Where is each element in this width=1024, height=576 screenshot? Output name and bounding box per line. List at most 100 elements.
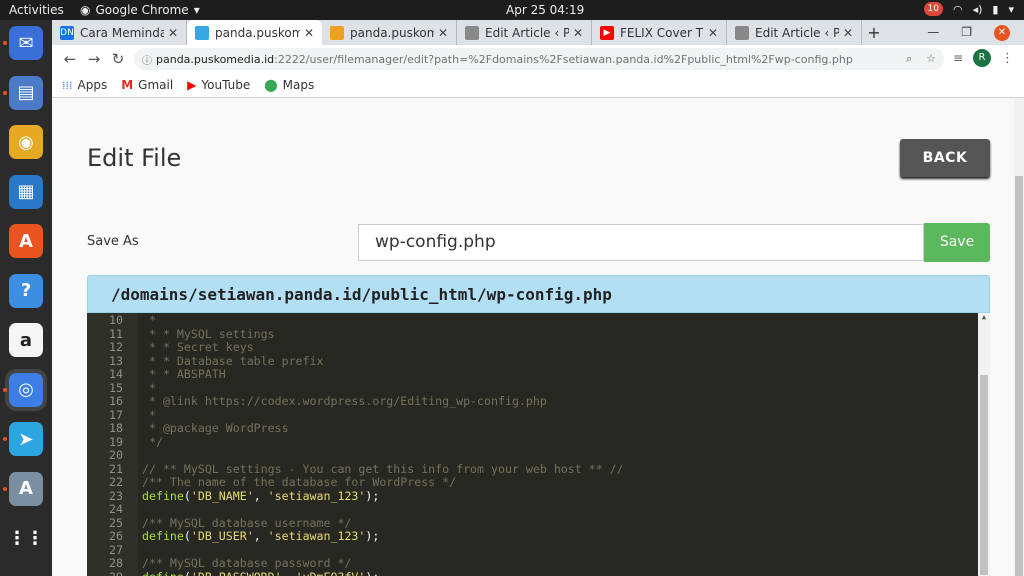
- tab-close-icon[interactable]: ✕: [708, 26, 718, 40]
- bookmark-label: Maps: [282, 78, 315, 92]
- save-button[interactable]: Save: [924, 223, 990, 262]
- code-token: * @package WordPress: [142, 421, 289, 435]
- apps-grid-icon: ⁞⁞⁞: [62, 78, 73, 92]
- tab-close-icon[interactable]: ✕: [304, 26, 314, 40]
- close-window-icon[interactable]: ✕: [994, 25, 1010, 41]
- code-line: 12 * * Secret keys: [87, 340, 977, 355]
- update-icon[interactable]: A: [9, 471, 43, 506]
- browser-tab[interactable]: panda.puskomed ✕: [187, 20, 322, 45]
- address-bar[interactable]: ⓘ panda.puskomedia.id :2222/user/fileman…: [134, 48, 944, 70]
- maximize-icon[interactable]: ❐: [961, 20, 972, 45]
- line-number: 25: [109, 515, 123, 530]
- new-tab-button[interactable]: +: [862, 20, 886, 45]
- editor-scrollbar[interactable]: ▲: [978, 313, 990, 576]
- ubuntu-dock: ✉ ▤ ◉ ▦ A? a ◎ ➤ A ⋮⋮: [0, 20, 52, 576]
- reload-icon[interactable]: ↻: [106, 50, 130, 68]
- tab-close-icon[interactable]: ✕: [168, 26, 178, 40]
- tab-close-icon[interactable]: ✕: [843, 26, 853, 40]
- bookmarks-bar: ⁞⁞⁞ Apps M Gmail ▶ YouTube ⬤ Maps: [52, 73, 1024, 98]
- filename-input[interactable]: wp-config.php: [358, 224, 924, 261]
- bookmark-maps[interactable]: ⬤ Maps: [264, 78, 314, 92]
- line-number: 15: [109, 380, 123, 395]
- code-line: 26 define('DB_USER', 'setiawan_123');: [87, 529, 977, 544]
- url-path: :2222/user/filemanager/edit?path=%2Fdoma…: [274, 52, 853, 66]
- tab-label: FELIX Cover T: [620, 25, 704, 40]
- back-arrow-icon[interactable]: ←: [58, 50, 82, 68]
- app-menu[interactable]: ◉ Google Chrome ▾: [80, 3, 200, 17]
- line-number: 22: [109, 475, 123, 489]
- line-number: 21: [109, 461, 123, 476]
- writer-icon[interactable]: ▦: [9, 174, 43, 209]
- help-icon[interactable]: ?: [9, 273, 43, 308]
- system-tray[interactable]: 10 ◠ ◂) ▮ ▾: [923, 2, 1014, 16]
- browser-tab[interactable]: Edit Article ‹ Pusk ✕: [457, 20, 592, 45]
- browser-tab[interactable]: DN Cara Memindahk ✕: [52, 20, 187, 45]
- chrome-icon[interactable]: ◎: [5, 368, 47, 411]
- code-text: *: [142, 380, 156, 396]
- browser-tab[interactable]: Edit Article ‹ Pusk ✕: [727, 20, 862, 45]
- editor-scroll-thumb[interactable]: [980, 375, 988, 575]
- scroll-up-arrow-icon[interactable]: ▲: [978, 313, 990, 321]
- bookmark-apps[interactable]: ⁞⁞⁞ Apps: [62, 78, 107, 92]
- bookmark-gmail[interactable]: M Gmail: [121, 78, 173, 92]
- code-token: );: [365, 570, 379, 576]
- line-number: 11: [109, 326, 123, 341]
- code-token: (: [183, 488, 191, 503]
- running-indicator: [3, 41, 7, 45]
- zoom-icon[interactable]: ⌕: [906, 52, 912, 66]
- code-token: (: [183, 529, 191, 543]
- code-token: ,: [282, 570, 296, 576]
- tab-label: panda.puskomed: [350, 25, 434, 40]
- code-editor[interactable]: 10 * 11 * * MySQL settings 12 * * Secret k…: [87, 313, 990, 576]
- reading-list-icon[interactable]: ≡: [953, 51, 963, 65]
- code-token: * * ABSPATH: [142, 367, 226, 381]
- code-token: );: [365, 488, 380, 503]
- chrome-small-icon: ◉: [80, 3, 91, 17]
- code-text: * @package WordPress: [142, 421, 289, 436]
- line-number: 26: [109, 529, 123, 543]
- browser-tab[interactable]: panda.puskomed ✕: [322, 20, 457, 45]
- code-text: */: [142, 434, 163, 450]
- kebab-menu-icon[interactable]: ⋮: [1001, 51, 1014, 66]
- line-number: 27: [109, 542, 123, 557]
- tab-favicon-icon: [195, 25, 209, 40]
- forward-arrow-icon[interactable]: →: [82, 50, 106, 68]
- software-icon[interactable]: A: [9, 224, 43, 258]
- tab-favicon-icon: [330, 25, 344, 40]
- amazon-icon[interactable]: a: [9, 323, 43, 357]
- line-number: 12: [109, 340, 123, 354]
- bookmark-youtube[interactable]: ▶ YouTube: [187, 78, 250, 92]
- tab-close-icon[interactable]: ✕: [438, 26, 448, 40]
- back-button[interactable]: BACK: [900, 139, 990, 177]
- code-line: 21 // ** MySQL settings - You can get thi…: [87, 461, 977, 477]
- telegram-icon[interactable]: ➤: [9, 422, 43, 456]
- activities-button[interactable]: Activities: [9, 3, 64, 17]
- url-host: panda.puskomedia.id: [156, 52, 275, 66]
- code-token: */: [142, 434, 163, 449]
- bookmark-star-icon[interactable]: ☆: [926, 52, 936, 66]
- page-scrollbar[interactable]: [1014, 98, 1024, 576]
- page-scroll-thumb[interactable]: [1015, 176, 1023, 576]
- clock[interactable]: Apr 25 04:19: [506, 3, 584, 17]
- code-token: define: [142, 529, 184, 543]
- rhythmbox-icon[interactable]: ◉: [9, 125, 43, 159]
- running-indicator: [3, 437, 7, 441]
- profile-avatar[interactable]: R: [973, 49, 991, 67]
- browser-tab[interactable]: ▶ FELIX Cover T ✕: [592, 20, 727, 45]
- tab-close-icon[interactable]: ✕: [573, 26, 583, 40]
- apps-grid-icon[interactable]: ⋮⋮: [8, 521, 44, 555]
- thunderbird-icon[interactable]: ✉: [9, 26, 43, 60]
- running-indicator: [3, 387, 7, 392]
- file-path-header: /domains/setiawan.panda.id/public_html/w…: [87, 275, 990, 313]
- code-text: * * Database table prefix: [142, 354, 324, 369]
- line-number: 19: [109, 434, 123, 449]
- tab-favicon-icon: [735, 25, 749, 40]
- code-text: * * Secret keys: [142, 340, 254, 355]
- files-icon[interactable]: ▤: [9, 75, 43, 110]
- line-number: 29: [87, 570, 123, 576]
- notification-badge[interactable]: 10: [923, 2, 943, 16]
- minimize-icon[interactable]: —: [927, 20, 939, 45]
- bookmark-label: YouTube: [201, 78, 251, 92]
- code-text: /** The name of the database for WordPre…: [142, 475, 456, 490]
- code-token: *: [142, 380, 156, 395]
